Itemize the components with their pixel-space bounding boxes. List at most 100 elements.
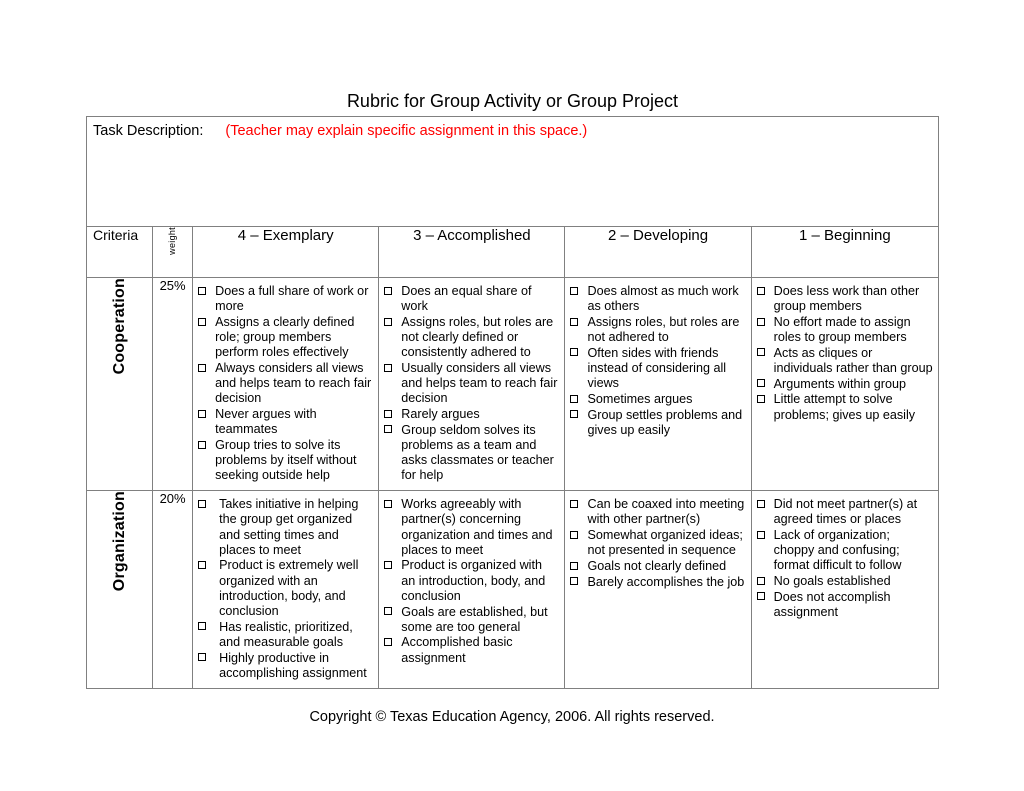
checklist: Can be coaxed into meeting with other pa… [570, 497, 745, 590]
checklist-item[interactable]: Assigns roles, but roles are not adhered… [570, 315, 745, 345]
checklist-item[interactable]: Never argues with teammates [198, 407, 373, 437]
checklist: Does less work than other group members N… [756, 284, 933, 423]
checklist: Works agreeably with partner(s) concerni… [384, 497, 559, 666]
checkbox-icon[interactable] [198, 317, 207, 326]
checkbox-icon[interactable] [198, 561, 207, 570]
checklist-item[interactable]: Highly productive in accomplishing assig… [198, 651, 373, 681]
checklist-item[interactable]: Has realistic, prioritized, and measurab… [198, 620, 373, 650]
checkbox-icon[interactable] [384, 425, 393, 434]
checkbox-icon[interactable] [384, 286, 393, 295]
page-title: Rubric for Group Activity or Group Proje… [346, 91, 679, 111]
checkbox-icon[interactable] [384, 409, 393, 418]
checklist-item[interactable]: Product is organized with an introductio… [384, 558, 559, 604]
checklist: Does an equal share of work Assigns roles… [384, 284, 559, 484]
checklist-item[interactable]: Did not meet partner(s) at agreed times … [756, 497, 933, 527]
criterion-name-cooperation: Cooperation [85, 276, 154, 492]
checkbox-icon[interactable] [756, 395, 765, 404]
checklist-item-label: Does almost as much work as others [587, 284, 739, 314]
cell-organization-accomplished[interactable]: Works agreeably with partner(s) concerni… [378, 490, 566, 689]
checkbox-icon[interactable] [756, 317, 765, 326]
cell-cooperation-developing[interactable]: Does almost as much work as others Assign… [564, 276, 752, 492]
checklist-item[interactable]: Always considers all views and helps tea… [198, 361, 373, 407]
checkbox-icon[interactable] [198, 286, 207, 295]
checklist-item[interactable]: Group settles problems and gives up easi… [570, 408, 745, 438]
checkbox-icon[interactable] [756, 530, 765, 539]
checkbox-icon[interactable] [198, 499, 207, 508]
checkbox-icon[interactable] [756, 499, 765, 508]
checkbox-icon[interactable] [570, 577, 579, 586]
cell-cooperation-exemplary[interactable]: Does a full share of work or more Assigns… [192, 276, 380, 492]
cell-organization-beginning[interactable]: Did not meet partner(s) at agreed times … [750, 490, 940, 689]
checklist-item[interactable]: Usually considers all views and helps te… [384, 361, 559, 407]
checklist-item[interactable]: Little attempt to solve problems; gives … [756, 392, 933, 422]
checklist-item[interactable]: Goals are established, but some are too … [384, 605, 559, 635]
checklist-item[interactable]: Arguments within group [756, 377, 933, 392]
checklist-item[interactable]: Often sides with friends instead of cons… [570, 346, 745, 392]
checkbox-icon[interactable] [570, 286, 579, 295]
checklist-item[interactable]: Acts as cliques or individuals rather th… [756, 346, 933, 376]
checkbox-icon[interactable] [198, 409, 207, 418]
task-description-cell[interactable]: Task Description: (Teacher may explain sp… [86, 116, 939, 227]
checkbox-icon[interactable] [384, 317, 393, 326]
checklist-item[interactable]: Group seldom solves its problems as a te… [384, 423, 559, 484]
checkbox-icon[interactable] [384, 363, 393, 372]
header-level-developing: 2 – Developing [564, 226, 752, 278]
checklist-item[interactable]: Barely accomplishes the job [570, 575, 745, 590]
checkbox-icon[interactable] [198, 363, 207, 372]
checklist-item[interactable]: Goals not clearly defined [570, 559, 745, 574]
checkbox-icon[interactable] [756, 576, 765, 585]
checklist-item-label: Often sides with friends instead of cons… [587, 345, 727, 391]
cell-cooperation-beginning[interactable]: Does less work than other group members N… [750, 276, 940, 492]
checklist-item[interactable]: Group tries to solve its problems by its… [198, 438, 373, 484]
checklist-item[interactable]: Rarely argues [384, 407, 559, 422]
checklist-item[interactable]: Product is extremely well organized with… [198, 558, 373, 619]
checklist-item-label: Sometimes argues [587, 391, 693, 406]
checkbox-icon[interactable] [570, 410, 579, 419]
checkbox-icon[interactable] [756, 592, 765, 601]
checkbox-icon[interactable] [570, 561, 579, 570]
checkbox-icon[interactable] [198, 622, 207, 631]
checklist-item[interactable]: No goals established [756, 574, 933, 589]
checklist-item[interactable]: Assigns a clearly defined role; group me… [198, 315, 373, 361]
checkbox-icon[interactable] [756, 286, 765, 295]
checklist-item[interactable]: Does an equal share of work [384, 284, 559, 314]
checklist-item-label: Usually considers all views and helps te… [401, 361, 558, 406]
checklist-item[interactable]: Somewhat organized ideas; not presented … [570, 528, 745, 558]
checkbox-icon[interactable] [384, 638, 393, 647]
checklist-item[interactable]: Takes initiative in helping the group ge… [198, 497, 373, 558]
checkbox-icon[interactable] [570, 499, 579, 508]
table-row: Organization 20% Takes initiative in hel… [85, 490, 940, 689]
checklist-item[interactable]: Can be coaxed into meeting with other pa… [570, 497, 745, 527]
checklist-item[interactable]: Sometimes argues [570, 392, 745, 407]
checklist-item[interactable]: Accomplished basic assignment [384, 635, 559, 665]
checklist-item[interactable]: Lack of organization; choppy and confusi… [756, 528, 933, 574]
checklist-item[interactable]: Does not accomplish assignment [756, 590, 933, 620]
checklist-item[interactable]: Does a full share of work or more [198, 284, 373, 314]
checklist-item-label: Assigns roles, but roles are not adhered… [587, 314, 740, 345]
checkbox-icon[interactable] [198, 440, 207, 449]
checklist-item[interactable]: Does less work than other group members [756, 284, 933, 314]
checklist: Takes initiative in helping the group ge… [198, 497, 373, 681]
cell-organization-exemplary[interactable]: Takes initiative in helping the group ge… [192, 490, 380, 689]
checklist-item[interactable]: Assigns roles, but roles are not clearly… [384, 315, 559, 361]
checklist-item-label: Works agreeably with partner(s) concerni… [401, 497, 553, 557]
checklist-item-label: Never argues with teammates [215, 407, 317, 437]
checkbox-icon[interactable] [384, 561, 393, 570]
cell-cooperation-accomplished[interactable]: Does an equal share of work Assigns roles… [378, 276, 566, 492]
checkbox-icon[interactable] [384, 607, 393, 616]
checklist-item[interactable]: Does almost as much work as others [570, 284, 745, 314]
checkbox-icon[interactable] [570, 530, 579, 539]
cell-organization-developing[interactable]: Can be coaxed into meeting with other pa… [564, 490, 752, 689]
checkbox-icon[interactable] [198, 653, 207, 662]
checkbox-icon[interactable] [570, 348, 579, 357]
checklist-item[interactable]: No effort made to assign roles to group … [756, 315, 933, 345]
checklist-item-label: Highly productive in accomplishing assig… [219, 650, 367, 680]
checklist-item-label: Group settles problems and gives up easi… [587, 407, 743, 437]
checkbox-icon[interactable] [756, 379, 765, 388]
checkbox-icon[interactable] [756, 348, 765, 357]
checkbox-icon[interactable] [570, 394, 579, 403]
checklist-item[interactable]: Works agreeably with partner(s) concerni… [384, 497, 559, 558]
checkbox-icon[interactable] [570, 317, 579, 326]
checkbox-icon[interactable] [384, 499, 393, 508]
document-page: Rubric for Group Activity or Group Proje… [0, 0, 1024, 791]
